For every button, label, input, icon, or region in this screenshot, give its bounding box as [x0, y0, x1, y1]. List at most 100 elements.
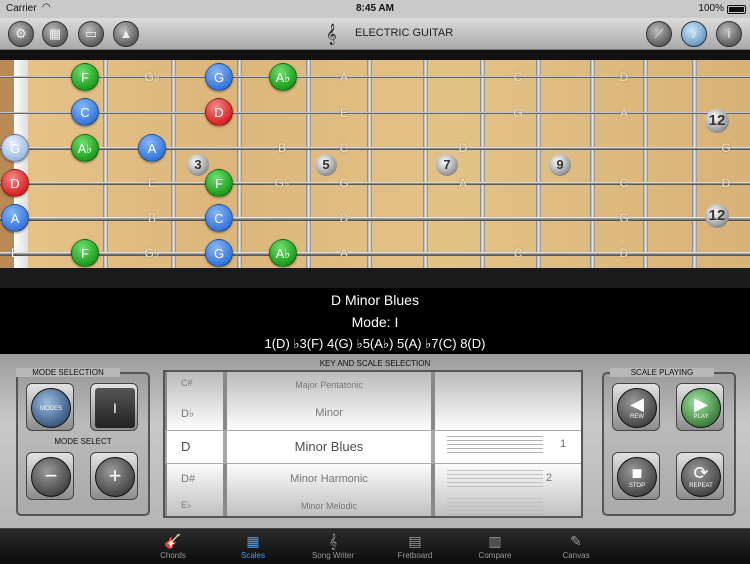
key-option[interactable]: E♭: [167, 500, 223, 511]
string-6: [0, 252, 750, 256]
tab-label: Compare: [478, 551, 512, 560]
pick-icon[interactable]: ⟋: [646, 21, 672, 47]
note-label: D: [619, 246, 629, 260]
scale-option[interactable]: Major Pentatonic: [227, 380, 431, 390]
settings-gear-icon[interactable]: ⚙: [8, 21, 34, 47]
tab-chords[interactable]: 🎸 Chords: [133, 529, 213, 564]
fret-3: [237, 60, 242, 268]
key-option[interactable]: C#: [167, 378, 223, 388]
metronome-icon[interactable]: ▲: [113, 21, 139, 47]
note-label: D: [339, 211, 349, 225]
amp-icon[interactable]: ▭: [78, 21, 104, 47]
fret-marker: 5: [315, 154, 337, 176]
scale-note[interactable]: G: [1, 134, 29, 162]
scale-note[interactable]: G: [205, 63, 233, 91]
fret-5: [367, 60, 372, 268]
tab-canvas[interactable]: ✎ Canvas: [536, 529, 616, 564]
scale-note[interactable]: A: [138, 134, 166, 162]
fret-marker: 9: [549, 154, 571, 176]
key-option[interactable]: D#: [167, 473, 223, 485]
scale-note[interactable]: A♭: [71, 134, 99, 162]
repeat-button[interactable]: ⟳ REPEAT: [676, 452, 724, 500]
string-1: [0, 76, 750, 78]
tab-scales[interactable]: ▦ Scales: [213, 529, 293, 564]
fretboard-icon: ▤: [408, 533, 422, 549]
tab-bar: 🎸 Chords ▦ Scales 𝄞 Song Writer ▤ Fretbo…: [0, 528, 750, 563]
key-option[interactable]: D♭: [167, 407, 223, 420]
note-label: E: [339, 106, 348, 120]
string-3: [0, 147, 750, 150]
scale-info: D Minor Blues Mode: I 1(D) ♭3(F) 4(G) ♭5…: [0, 288, 750, 354]
brush-icon: ✎: [570, 533, 582, 549]
tab-compare[interactable]: ▥ Compare: [455, 529, 535, 564]
scale-note[interactable]: D: [205, 98, 233, 126]
tab-label: Song Writer: [311, 551, 355, 560]
tab-label: Fretboard: [397, 551, 433, 560]
guitar-pick-icon: 🎸: [164, 533, 182, 549]
fret-7: [480, 60, 485, 268]
mode-select-title: MODE SELECT: [54, 437, 112, 446]
mode-minus-button[interactable]: −: [26, 452, 74, 500]
tab-song-writer[interactable]: 𝄞 Song Writer: [293, 529, 373, 564]
fret-6: [423, 60, 428, 268]
scale-note[interactable]: A: [1, 204, 29, 232]
tab-fretboard[interactable]: ▤ Fretboard: [375, 529, 455, 564]
fret-marker: 3: [187, 154, 209, 176]
tab-label: Scales: [240, 551, 265, 560]
tab-label: Chords: [160, 551, 186, 560]
note-label: D: [721, 176, 731, 190]
repeat-label: REPEAT: [689, 483, 713, 489]
rewind-button[interactable]: ◀ REW: [612, 383, 660, 431]
scale-note[interactable]: A♭: [269, 239, 297, 267]
note-label: G♭: [144, 70, 160, 84]
note-label: C: [513, 70, 523, 84]
grid-icon: ▦: [246, 533, 260, 549]
string-2: [0, 112, 750, 114]
scale-option[interactable]: Minor: [227, 407, 431, 419]
scale-option[interactable]: Minor Harmonic: [227, 473, 431, 485]
scale-note[interactable]: C: [205, 204, 233, 232]
fretboard-headstock: [0, 60, 14, 268]
string-5: [0, 217, 750, 221]
play-button-face: ▶ PLAY: [681, 388, 721, 428]
guitar-icon: 𝄞: [326, 24, 337, 44]
play-button[interactable]: ▶ PLAY: [676, 383, 724, 431]
mode-plus-button[interactable]: +: [90, 452, 138, 500]
scale-option[interactable]: Minor Melodic: [227, 501, 431, 511]
scale-note[interactable]: C: [71, 98, 99, 126]
tab-label: Canvas: [562, 551, 590, 560]
nut: [14, 60, 28, 268]
scale-note[interactable]: D: [1, 169, 29, 197]
scale-note[interactable]: G: [205, 239, 233, 267]
picker-selection-band: [165, 430, 581, 464]
string-4: [0, 182, 750, 185]
fretboard[interactable]: 3 5 7 9 12 12 F G A♭ C D G A♭ A D F A C …: [0, 60, 750, 268]
scale-note[interactable]: A♭: [269, 63, 297, 91]
info-icon[interactable]: i: [716, 21, 742, 47]
clock: 8:45 AM: [356, 3, 394, 14]
note-display-icon[interactable]: ♪: [681, 21, 707, 47]
note-label: C: [619, 176, 629, 190]
scale-degrees: 1(D) ♭3(F) 4(G) ♭5(A♭) 5(A) ♭7(C) 8(D): [264, 336, 486, 351]
staff-notation: [447, 498, 543, 516]
scale-note[interactable]: F: [71, 239, 99, 267]
note-label: A: [619, 106, 628, 120]
stop-button-face: ■ STOP: [617, 457, 657, 497]
fretboard-grid-icon[interactable]: ▦: [42, 21, 68, 47]
scale-note[interactable]: F: [205, 169, 233, 197]
stop-label: STOP: [628, 483, 646, 489]
note-label: G: [513, 106, 523, 120]
play-label: PLAY: [693, 414, 709, 420]
open-string-label: E: [10, 246, 19, 260]
key-scale-picker[interactable]: C# D♭ D D# E♭ Major Pentatonic Minor Min…: [163, 370, 583, 518]
fret-2: [171, 60, 176, 268]
scale-note[interactable]: F: [71, 63, 99, 91]
stop-button[interactable]: ■ STOP: [612, 452, 660, 500]
fret-4: [306, 60, 311, 268]
plus-icon: +: [95, 457, 135, 497]
status-bar: Carrier ◠ 8:45 AM 100%: [0, 0, 750, 18]
fret-9: [590, 60, 595, 268]
note-label: G: [619, 211, 629, 225]
modes-button[interactable]: MODES: [26, 383, 74, 431]
note-label: A: [458, 176, 467, 190]
